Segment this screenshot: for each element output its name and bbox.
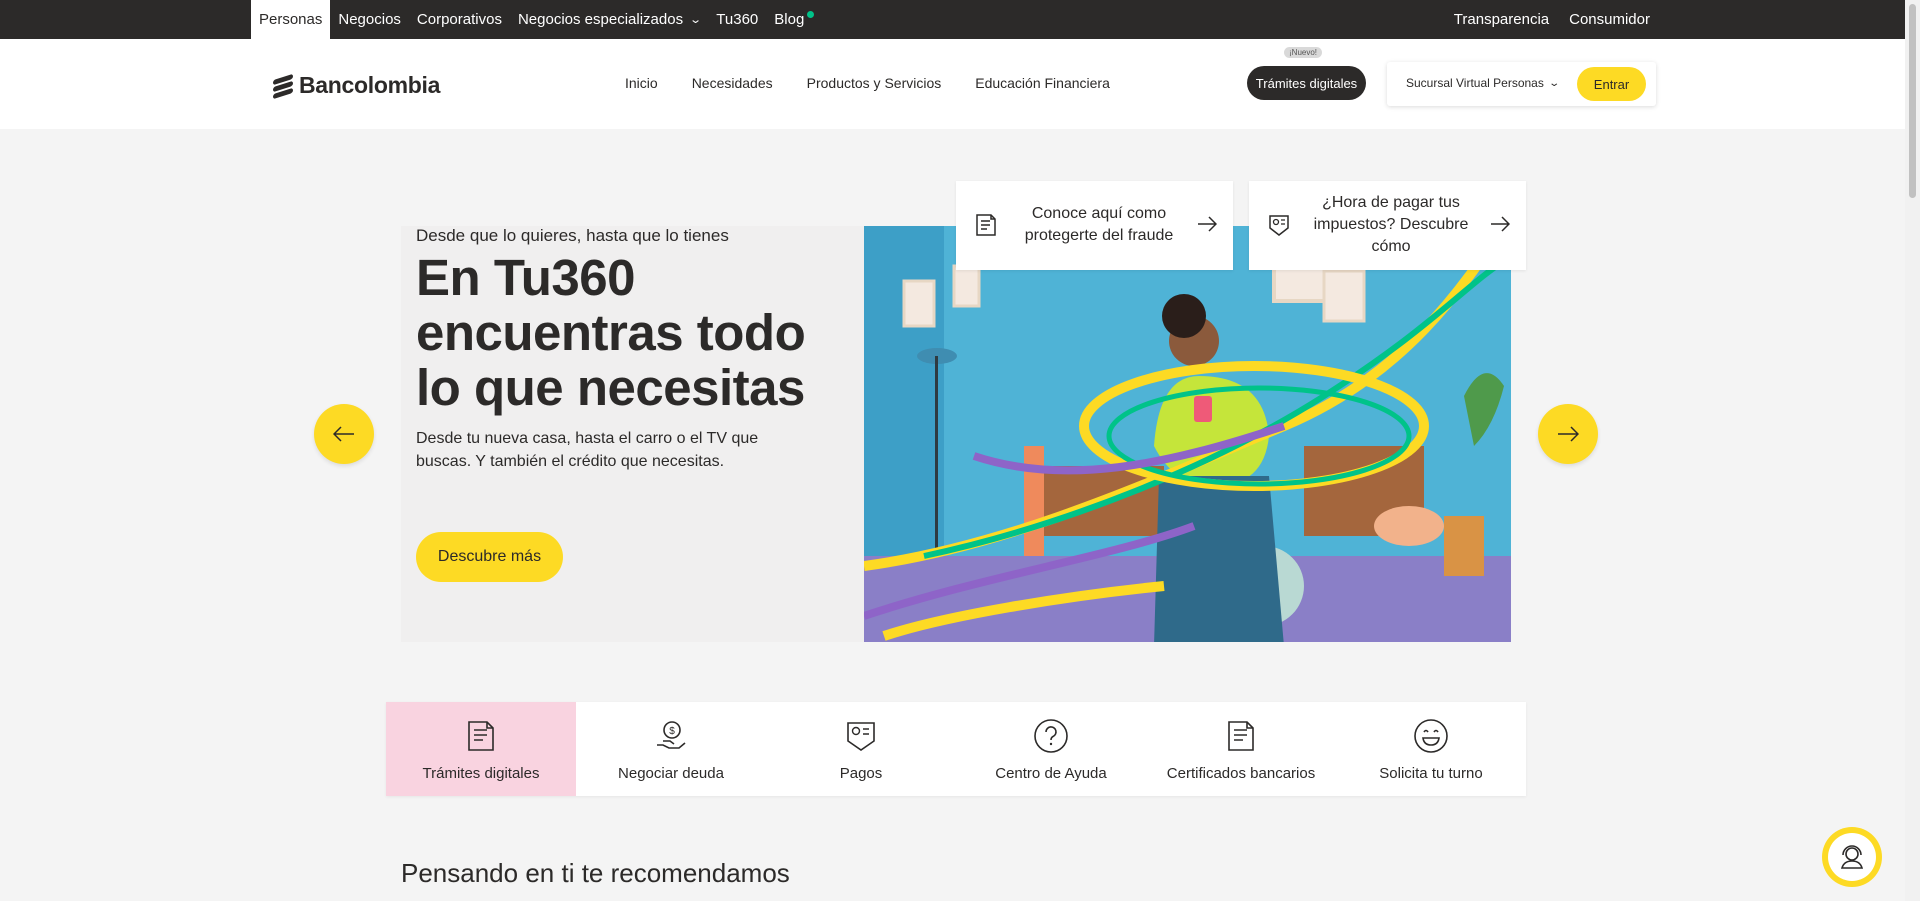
document-icon <box>464 717 498 755</box>
segment-blog[interactable]: Blog <box>766 0 815 39</box>
bill-icon <box>1269 215 1289 236</box>
sucursal-select-label: Sucursal Virtual Personas <box>1406 76 1544 90</box>
chat-agent-icon <box>1840 845 1864 869</box>
carousel-next-button[interactable] <box>1538 404 1598 464</box>
nav-educacion-financiera[interactable]: Educación Financiera <box>975 75 1110 91</box>
nav-necesidades[interactable]: Necesidades <box>692 75 773 91</box>
hero-illustration <box>864 226 1511 642</box>
segment-negocios-especializados-label: Negocios especializados <box>517 11 684 28</box>
new-dot-icon <box>807 11 815 18</box>
sucursal-select[interactable]: Sucursal Virtual Personas ⌄ <box>1406 76 1560 90</box>
shortcut-label: Solicita tu turno <box>1379 765 1483 782</box>
arrow-left-icon <box>333 426 354 442</box>
arrow-right-icon <box>1198 216 1217 232</box>
certificate-icon <box>1224 717 1258 755</box>
bancolombia-logo[interactable]: Bancolombia <box>273 72 440 99</box>
bill-icon <box>844 717 878 755</box>
tramites-digitales-button[interactable]: Trámites digitales <box>1247 66 1366 100</box>
arrow-right-icon <box>1491 216 1510 232</box>
segment-corporativos[interactable]: Corporativos <box>409 0 510 39</box>
segment-negocios[interactable]: Negocios <box>330 0 409 39</box>
segment-negocios-especializados[interactable]: Negocios especializados ⌄ <box>510 0 708 39</box>
shortcut-pagos[interactable]: Pagos <box>766 702 956 796</box>
arrow-right-icon <box>1558 426 1579 442</box>
section-title-recomendamos: Pensando en ti te recomendamos <box>401 858 790 888</box>
segment-personas[interactable]: Personas <box>251 0 331 39</box>
shortcut-solicita-turno[interactable]: Solicita tu turno <box>1336 702 1526 796</box>
hero-description: Desde tu nueva casa, hasta el carro o el… <box>416 430 759 470</box>
shortcut-label: Pagos <box>839 765 883 782</box>
quick-card-fraude[interactable]: Conoce aquí como protegerte del fraude <box>956 181 1233 270</box>
shortcut-centro-ayuda[interactable]: Centro de Ayuda <box>956 702 1146 796</box>
logo-mark-icon <box>273 73 293 99</box>
nav-inicio[interactable]: Inicio <box>625 75 658 91</box>
main-nav: Inicio Necesidades Productos y Servicios… <box>625 75 1110 91</box>
carousel-prev-button[interactable] <box>314 404 374 464</box>
segment-blog-label: Blog <box>774 11 805 28</box>
segment-nav: Personas Negocios Corporativos Negocios … <box>251 0 815 39</box>
shortcut-label: Negociar deuda <box>618 765 724 782</box>
nav-productos-servicios[interactable]: Productos y Servicios <box>807 75 942 91</box>
link-transparencia[interactable]: Transparencia <box>1446 0 1557 39</box>
hero-image <box>864 226 1511 642</box>
link-consumidor[interactable]: Consumidor <box>1561 0 1658 39</box>
quick-card-fraude-text: Conoce aquí como protegerte del fraude <box>1024 205 1174 244</box>
question-icon <box>1033 717 1069 755</box>
quick-card-impuestos-text: ¿Hora de pagar tus impuestos? Descubre c… <box>1313 194 1469 255</box>
logo-text: Bancolombia <box>299 72 441 98</box>
shortcut-label: Certificados bancarios <box>1166 765 1316 782</box>
quick-card-impuestos[interactable]: ¿Hora de pagar tus impuestos? Descubre c… <box>1249 181 1526 270</box>
entrar-button[interactable]: Entrar <box>1577 67 1646 101</box>
top-bar: Personas Negocios Corporativos Negocios … <box>0 0 1920 39</box>
hero-eyebrow: Desde que lo quieres, hasta que lo tiene… <box>416 226 729 245</box>
chevron-down-icon: ⌄ <box>1548 77 1560 89</box>
hero-title: En Tu360 encuentras todo lo que necesita… <box>416 249 806 416</box>
svg-text:$: $ <box>669 726 675 737</box>
chevron-down-icon: ⌄ <box>689 14 703 26</box>
shortcut-label: Trámites digitales <box>422 765 540 782</box>
main-header: Bancolombia Inicio Necesidades Productos… <box>0 39 1905 129</box>
shortcut-tramites-digitales[interactable]: Trámites digitales <box>386 702 576 796</box>
segment-tu360[interactable]: Tu360 <box>708 0 766 39</box>
chat-assistant-button[interactable] <box>1822 827 1882 887</box>
document-icon <box>976 214 996 236</box>
page-scrollbar[interactable] <box>1905 0 1920 901</box>
topbar-right-links: Transparencia Consumidor <box>1446 0 1658 39</box>
nuevo-badge: ¡Nuevo! <box>1284 47 1323 58</box>
descubre-mas-button[interactable]: Descubre más <box>416 532 563 582</box>
shortcut-certificados[interactable]: Certificados bancarios <box>1146 702 1336 796</box>
shortcut-negociar-deuda[interactable]: $ Negociar deuda <box>576 702 766 796</box>
sucursal-login-box: Sucursal Virtual Personas ⌄ Entrar <box>1387 62 1656 106</box>
shortcut-bar: Trámites digitales $ Negociar deuda Pago… <box>386 702 1526 796</box>
smile-icon <box>1413 717 1449 755</box>
shortcut-label: Centro de Ayuda <box>995 765 1107 782</box>
money-hand-icon: $ <box>654 717 688 755</box>
scrollbar-thumb[interactable] <box>1909 4 1916 198</box>
